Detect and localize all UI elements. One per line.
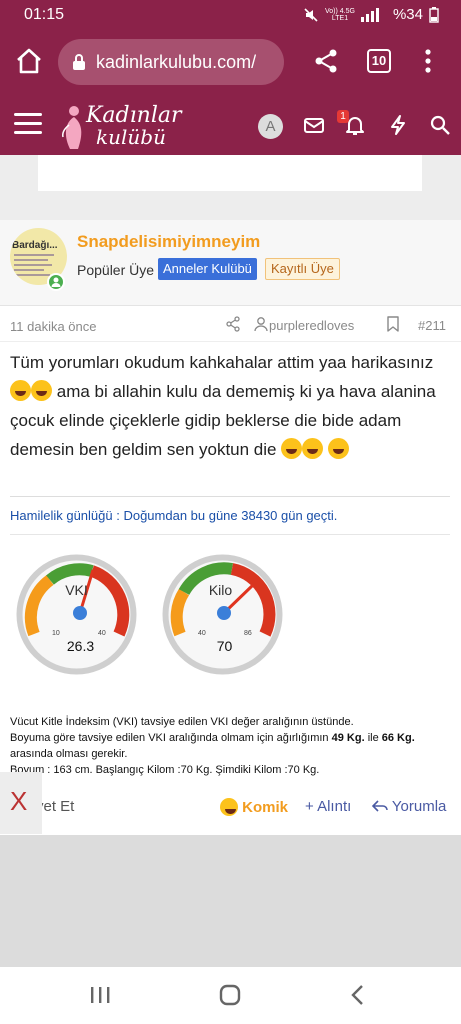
- tabs-button[interactable]: 10: [367, 49, 391, 73]
- site-logo[interactable]: Kadınlar kulübü: [60, 101, 182, 151]
- vki-gauge-label: VKI: [65, 582, 88, 598]
- kilo-gauge-label: Kilo: [208, 582, 233, 598]
- rofl-emoji-icon: [220, 798, 238, 816]
- signature-divider: [10, 496, 450, 497]
- ad-area: [0, 155, 461, 220]
- reply-icon: [371, 800, 388, 812]
- bmi-line-2: Boyuma göre tavsiye edilen VKI aralığınd…: [10, 732, 415, 744]
- gauges: VKI 10 40 26.3 Kilo 40 86 70: [14, 552, 283, 677]
- recent-apps-icon[interactable]: [89, 985, 111, 1005]
- post-header: Bardağı... Snapdelisimiyimneyim Popüler …: [0, 220, 461, 306]
- home-nav-icon[interactable]: [219, 984, 241, 1006]
- post-number[interactable]: #211: [418, 318, 446, 333]
- user-banner-primary: Anneler Kulübü: [158, 258, 257, 280]
- bmi-line-4: Boyum : 163 cm. Başlangıç Kilom :70 Kg. …: [10, 764, 320, 776]
- battery-percent: %34: [392, 6, 423, 23]
- share-post-icon[interactable]: [225, 316, 241, 332]
- network-type: Vo)) 4.5G LTE1: [325, 7, 355, 22]
- post-text-part1: Tüm yorumları okudum kahkahalar attim ya…: [10, 353, 434, 372]
- ad-box: [38, 155, 422, 191]
- post-text-part2: ama bi allahin kulu da dememiş ki ya hav…: [10, 382, 436, 459]
- alert-badge: 1: [337, 110, 349, 123]
- site-header: Kadınlar kulübü A 1: [0, 97, 461, 155]
- reply-button[interactable]: Yorumla: [371, 798, 446, 815]
- online-status-icon: [47, 273, 65, 291]
- avatar-lines: [14, 254, 54, 279]
- user-banner-secondary: Kayıtlı Üye: [265, 258, 340, 280]
- hamburger-menu-icon[interactable]: [14, 113, 42, 137]
- rofl-emoji-icon: [281, 438, 303, 459]
- kilo-gauge-min: 40: [198, 630, 206, 637]
- bolt-icon[interactable]: [386, 113, 410, 137]
- more-menu-icon[interactable]: [418, 47, 438, 75]
- bmi-line-3: arasında olması gerekir.: [10, 748, 128, 760]
- rofl-emoji-icon: [302, 438, 324, 459]
- vki-gauge-min: 10: [52, 630, 60, 637]
- vki-gauge: VKI 10 40 26.3: [14, 552, 139, 677]
- share-icon[interactable]: [312, 47, 340, 75]
- ad-placeholder: [0, 835, 461, 967]
- signature-divider-2: [10, 534, 450, 535]
- search-icon[interactable]: [428, 113, 452, 137]
- vki-gauge-value: 26.3: [66, 638, 95, 654]
- account-avatar[interactable]: A: [258, 114, 283, 139]
- status-bar: 01:15 Vo)) 4.5G LTE1 %34: [0, 0, 461, 30]
- rofl-emoji-icon: [327, 438, 349, 459]
- logo-text-bottom: kulübü: [96, 125, 166, 149]
- battery-icon: [429, 6, 439, 23]
- status-icons: Vo)) 4.5G LTE1 %34: [303, 6, 439, 23]
- post-meta: 11 dakika önce purpleredloves #211: [0, 308, 461, 342]
- quote-button[interactable]: + Alıntı: [305, 798, 351, 815]
- android-nav-bar: [0, 967, 461, 1024]
- mute-icon: [304, 7, 318, 22]
- avatar-caption: Bardağı...: [12, 240, 58, 251]
- reaction-button[interactable]: Komik: [220, 798, 288, 816]
- grinning-emoji-icon: [31, 380, 52, 401]
- kilo-gauge: Kilo 40 86 70: [160, 552, 285, 677]
- post-actions: yet Et Komik + Alıntı Yorumla: [0, 788, 461, 828]
- vki-gauge-max: 40: [98, 630, 106, 637]
- home-icon[interactable]: [14, 46, 44, 76]
- status-time: 01:15: [24, 6, 65, 23]
- mail-icon[interactable]: [302, 113, 326, 137]
- browser-chrome: 01:15 Vo)) 4.5G LTE1 %34 kadinlarkulubu.c…: [0, 0, 461, 97]
- grinning-emoji-icon: [10, 380, 31, 401]
- bmi-summary: Vücut Kitle İndeksim (VKI) tavsiye edile…: [10, 714, 455, 778]
- post-time[interactable]: 11 dakika önce: [10, 319, 97, 334]
- kilo-gauge-max: 86: [244, 630, 252, 637]
- post-username[interactable]: Snapdelisimiyimneyim: [77, 232, 260, 252]
- post-card: Bardağı... Snapdelisimiyimneyim Popüler …: [0, 220, 461, 860]
- post-body: Tüm yorumları okudum kahkahalar attim ya…: [10, 348, 450, 464]
- close-ad-overlay[interactable]: X: [0, 772, 42, 834]
- lock-icon: [73, 54, 85, 70]
- signature-link[interactable]: Hamilelik günlüğü : Doğumdan bu güne 384…: [10, 508, 337, 523]
- signal-icon: [360, 7, 379, 22]
- quoted-username[interactable]: purpleredloves: [269, 318, 354, 333]
- user-icon: [254, 317, 268, 332]
- user-title: Popüler Üye: [77, 262, 155, 278]
- url-text: kadinlarkulubu.com/: [96, 51, 257, 72]
- close-ad-button[interactable]: X: [10, 786, 27, 817]
- back-icon[interactable]: [350, 984, 366, 1006]
- kilo-gauge-value: 70: [216, 638, 233, 654]
- address-bar[interactable]: kadinlarkulubu.com/: [58, 39, 284, 85]
- url-row: kadinlarkulubu.com/ 10: [0, 36, 461, 88]
- bookmark-icon[interactable]: [386, 316, 400, 332]
- bmi-line-1: Vücut Kitle İndeksim (VKI) tavsiye edile…: [10, 716, 354, 728]
- logo-figure-icon: [62, 106, 82, 149]
